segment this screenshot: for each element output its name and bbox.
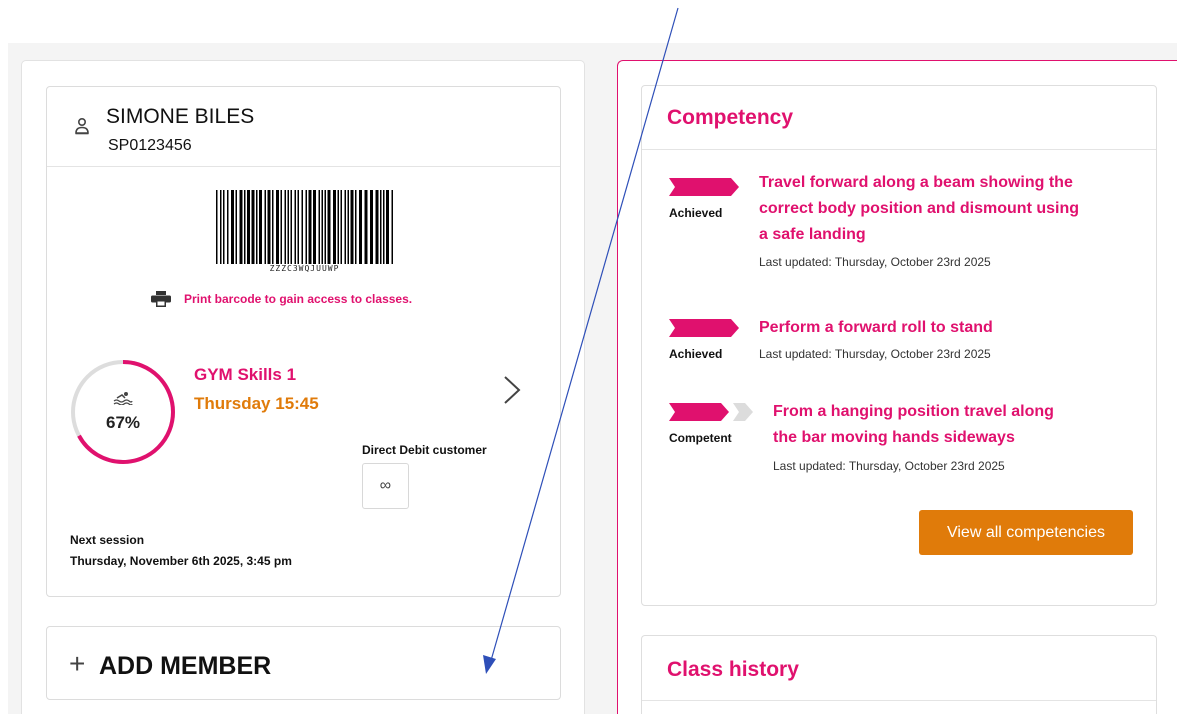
competency-title: Competency — [667, 106, 794, 129]
barcode-bar — [318, 190, 320, 264]
class-time: Thursday 15:45 — [194, 394, 319, 413]
barcode-bar — [294, 190, 296, 264]
barcode-bar — [327, 190, 331, 264]
competency-text-line: a safe landing — [759, 226, 866, 243]
barcode-bar — [290, 190, 292, 264]
plus-icon: + — [69, 648, 86, 679]
progress-ring — [71, 360, 175, 464]
class-history-card: Class history — [641, 635, 1157, 714]
barcode-bar — [340, 190, 342, 264]
barcode-bar — [301, 190, 303, 264]
progress-arrow-icon — [669, 319, 739, 337]
barcode-bar — [280, 190, 282, 264]
competency-updated: Last updated: Thursday, October 23rd 202… — [759, 255, 991, 269]
barcode-bar — [264, 190, 266, 264]
barcode-bar — [216, 190, 218, 264]
progress-arrow-icon — [669, 178, 739, 196]
class-name[interactable]: GYM Skills 1 — [194, 365, 296, 385]
barcode-bar — [391, 190, 393, 264]
member-card-header: SIMONE BILES SP0123456 — [47, 87, 560, 167]
barcode-bar — [333, 190, 336, 264]
competency-header: Competency — [642, 86, 1156, 150]
barcode-bar — [308, 190, 312, 264]
swim-icon — [113, 392, 133, 405]
chevron-right-icon[interactable] — [502, 374, 522, 406]
competency-text-line: From a hanging position travel along — [773, 403, 1054, 420]
competency-status: Competent — [669, 431, 732, 445]
member-name: SIMONE BILES — [106, 105, 255, 128]
barcode-bar — [383, 190, 385, 264]
barcode-bar — [223, 190, 225, 264]
barcode-bar — [386, 190, 389, 264]
barcode-bar — [272, 190, 274, 264]
barcode-bar — [380, 190, 382, 264]
barcode-bar — [284, 190, 286, 264]
barcode-bar — [247, 190, 250, 264]
competency-status: Achieved — [669, 206, 723, 220]
competency-text-line: the bar moving hands sideways — [773, 429, 1015, 446]
barcode-bar — [350, 190, 354, 264]
barcode-bar — [220, 190, 222, 264]
progress-arrow-icon — [669, 403, 753, 421]
competency-updated: Last updated: Thursday, October 23rd 202… — [773, 459, 1005, 473]
barcode-bar — [344, 190, 346, 264]
add-member-button[interactable]: + ADD MEMBER — [46, 626, 561, 700]
barcode-bar — [256, 190, 258, 264]
barcode-bar — [231, 190, 234, 264]
barcode-bar — [370, 190, 373, 264]
printer-icon[interactable] — [151, 291, 171, 307]
barcode-bar — [355, 190, 357, 264]
barcode-bar — [347, 190, 349, 264]
barcode-bar — [305, 190, 307, 264]
user-icon — [75, 117, 89, 135]
barcode-bar — [267, 190, 271, 264]
barcode-bar — [259, 190, 262, 264]
competency-status: Achieved — [669, 347, 723, 361]
barcode-bar — [375, 190, 379, 264]
barcode-bar — [251, 190, 255, 264]
member-barcode — [216, 190, 393, 264]
member-card: SIMONE BILES SP0123456 ZZZC3WQJUUWP Prin… — [46, 86, 561, 597]
barcode-bar — [359, 190, 362, 264]
barcode-bar — [321, 190, 323, 264]
next-session-value: Thursday, November 6th 2025, 3:45 pm — [70, 554, 292, 568]
barcode-bar — [287, 190, 289, 264]
member-id: SP0123456 — [108, 137, 192, 154]
competency-text-line: Perform a forward roll to stand — [759, 319, 993, 336]
barcode-text: ZZZC3WQJUUWP — [269, 264, 340, 273]
barcode-bar — [337, 190, 339, 264]
infinity-icon: ∞ — [362, 463, 409, 509]
progress-percent: 67% — [105, 413, 141, 432]
competency-text-line: Travel forward along a beam showing the — [759, 174, 1073, 191]
barcode-bar — [227, 190, 229, 264]
competency-updated: Last updated: Thursday, October 23rd 202… — [759, 347, 991, 361]
barcode-bar — [244, 190, 246, 264]
competency-text-line: correct body position and dismount using — [759, 200, 1080, 217]
class-history-title: Class history — [667, 658, 799, 681]
barcode-bar — [313, 190, 316, 264]
barcode-bar — [276, 190, 279, 264]
view-all-competencies-button[interactable]: View all competencies — [919, 510, 1133, 555]
next-session-label: Next session — [70, 533, 145, 547]
barcode-bar — [239, 190, 243, 264]
barcode-bar — [364, 190, 368, 264]
print-barcode-link[interactable]: Print barcode to gain access to classes. — [184, 292, 412, 306]
class-history-header: Class history — [642, 636, 1156, 701]
competency-card: Competency Achieved Travel forward along… — [641, 85, 1157, 606]
barcode-bar — [324, 190, 326, 264]
add-member-label: ADD MEMBER — [99, 652, 272, 680]
barcode-bar — [235, 190, 237, 264]
barcode-bar — [297, 190, 299, 264]
direct-debit-label: Direct Debit customer — [362, 443, 487, 457]
